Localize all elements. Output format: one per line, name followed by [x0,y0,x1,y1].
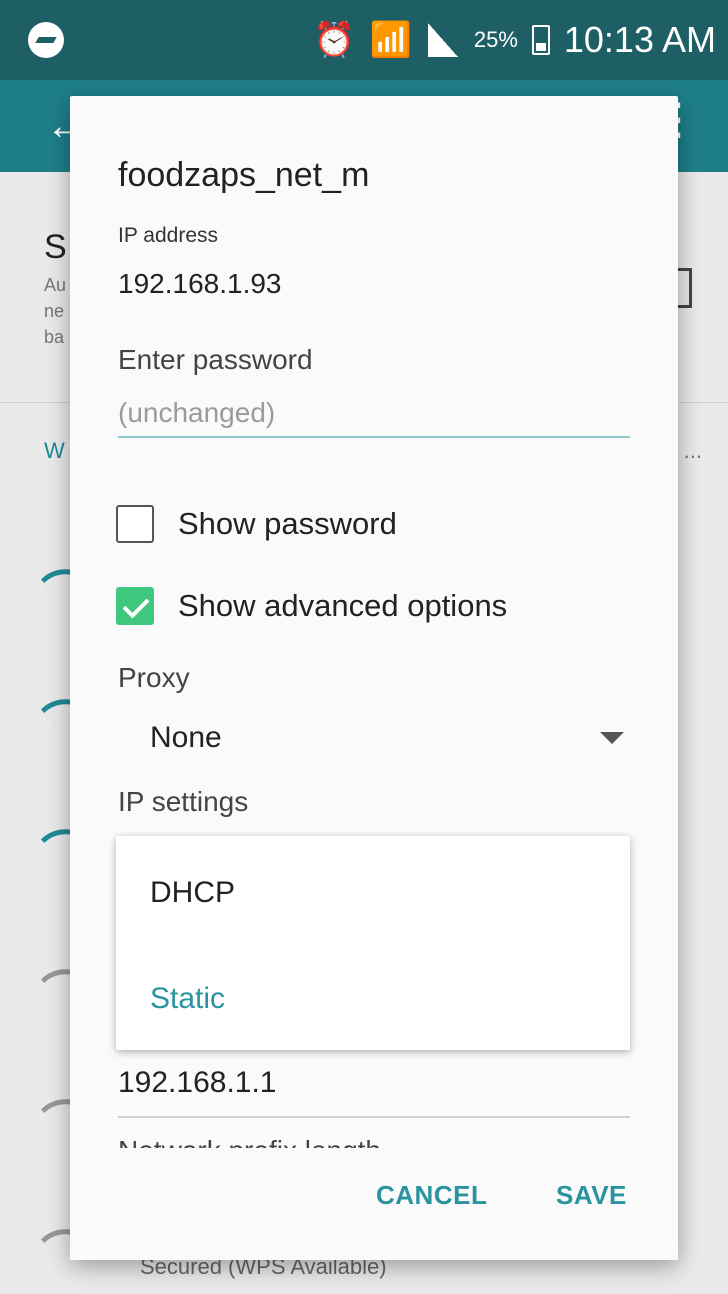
show-advanced-label: Show advanced options [178,588,508,623]
bg-setting-subtitle: Au ne ba [44,272,66,350]
password-input[interactable] [118,390,630,438]
show-advanced-row[interactable]: Show advanced options [116,584,507,628]
show-password-checkbox[interactable] [116,505,154,543]
show-advanced-checkbox[interactable] [116,587,154,625]
battery-icon [531,25,550,55]
proxy-dropdown[interactable]: None [118,710,630,766]
wifi-config-dialog: foodzaps_net_m IP address 192.168.1.93 E… [70,96,678,1260]
gateway-value[interactable]: 192.168.1.1 [118,1066,276,1100]
bg-section-more[interactable]: ... [684,438,702,464]
signal-icon [427,23,458,57]
bg-sub-line: ne [44,301,65,321]
wifi-icon: 📶 [369,21,412,59]
alarm-icon: ⏰ [313,21,356,59]
status-icons: ⏰ 📶 25% 10:13 AM [313,16,716,64]
password-label: Enter password [118,344,313,375]
battery-percent: 25% [473,27,518,52]
ip-settings-label: IP settings [118,786,249,817]
messenger-icon [28,22,64,58]
dialog-title: foodzaps_net_m [118,156,370,194]
ip-address-value: 192.168.1.93 [118,268,282,299]
cancel-button[interactable]: CANCEL [376,1180,487,1211]
status-time: 10:13 AM [563,19,716,60]
bg-sub-line: Au [44,275,67,295]
bg-sub-line: ba [44,327,65,347]
ip-settings-popup: DHCP Static [116,836,630,1050]
show-password-row[interactable]: Show password [116,502,397,546]
divider [118,1116,630,1118]
dropdown-arrow-icon [600,732,624,744]
status-bar: ⏰ 📶 25% 10:13 AM [0,0,728,80]
proxy-value: None [150,721,222,754]
ip-address-label: IP address [118,224,219,247]
ip-option-dhcp[interactable]: DHCP [150,876,235,910]
show-password-label: Show password [178,506,397,541]
proxy-label: Proxy [118,662,190,693]
ip-option-static[interactable]: Static [150,982,225,1016]
bg-section-header: W [44,438,65,463]
bg-setting-title: S [44,228,67,266]
save-button[interactable]: SAVE [556,1180,627,1211]
